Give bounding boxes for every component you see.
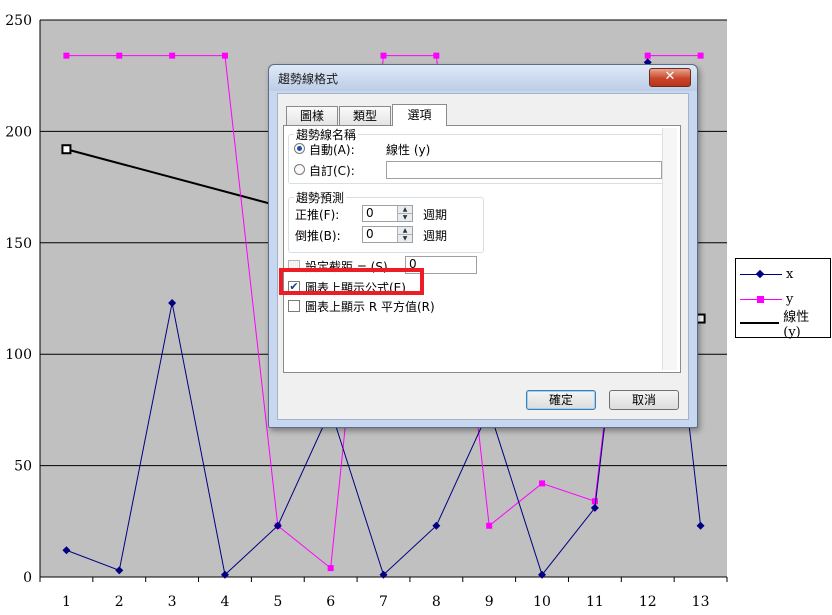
series-y-point: [591, 498, 598, 505]
series-y-point: [697, 52, 704, 59]
x-tick-label: 3: [168, 594, 177, 610]
x-tick-label: 13: [692, 594, 710, 610]
y-tick-label: 250: [5, 13, 32, 29]
format-trendline-dialog: 趨勢線格式 ✕ 圖樣 類型 選項 趨勢線名稱 自動(A): 線性 (y) 自訂(…: [268, 64, 698, 428]
trendline-endpoint: [61, 144, 72, 155]
chart-legend: x y 線性 (y): [735, 258, 831, 340]
forward-label: 正推(F):: [295, 208, 340, 222]
dialog-title: 趨勢線格式: [278, 72, 339, 86]
close-icon: ✕: [664, 69, 676, 84]
legend-label-trend: 線性 (y): [783, 310, 810, 340]
x-tick-label: 12: [639, 594, 657, 610]
legend-line-x: [740, 269, 782, 278]
y-tick-label: 50: [14, 459, 32, 475]
show-r2-label: 圖表上顯示 R 平方值(R): [305, 300, 435, 314]
x-tick-label: 10: [533, 594, 551, 610]
spin-down-icon[interactable]: ▼: [397, 213, 412, 221]
series-y-point: [486, 522, 493, 529]
x-tick-label: 8: [432, 594, 441, 610]
spin-up-icon[interactable]: ▲: [397, 206, 412, 213]
legend-line-trend: [740, 322, 780, 324]
dialog-body: 圖樣 類型 選項 趨勢線名稱 自動(A): 線性 (y) 自訂(C): 趨勢預測…: [277, 93, 689, 420]
backward-unit: 週期: [423, 229, 448, 243]
tab-options[interactable]: 選項: [392, 104, 447, 126]
tab-type[interactable]: 類型: [339, 106, 391, 125]
cancel-button[interactable]: 取消: [609, 390, 679, 410]
options-panel: 趨勢線名稱 自動(A): 線性 (y) 自訂(C): 趨勢預測 正推(F): 0…: [283, 125, 681, 373]
series-y-point: [644, 52, 651, 59]
custom-name-radio[interactable]: [294, 164, 305, 175]
forward-unit: 週期: [423, 208, 448, 222]
spin-up-icon[interactable]: ▲: [397, 227, 412, 234]
series-y-point: [433, 52, 440, 59]
series-y-point: [63, 52, 70, 59]
x-tick-label: 7: [379, 594, 388, 610]
series-y-point: [221, 52, 228, 59]
x-tick-label: 6: [326, 594, 335, 610]
y-tick-label: 100: [5, 347, 32, 363]
custom-name-input[interactable]: [386, 161, 662, 179]
y-tick-label: 0: [23, 570, 32, 586]
series-y-point: [539, 480, 546, 487]
auto-name-radio[interactable]: [294, 143, 305, 154]
ok-button[interactable]: 確定: [526, 390, 596, 410]
dialog-titlebar[interactable]: 趨勢線格式 ✕: [269, 65, 697, 91]
highlight-box: [279, 268, 424, 295]
close-button[interactable]: ✕: [649, 68, 691, 87]
x-tick-label: 2: [115, 594, 124, 610]
x-tick-label: 4: [221, 594, 230, 610]
legend-label-x: x: [786, 266, 794, 282]
tab-pattern[interactable]: 圖樣: [286, 106, 338, 125]
legend-item-trend: 線性 (y): [740, 310, 830, 340]
backward-label: 倒推(B):: [295, 229, 341, 243]
x-tick-label: 9: [485, 594, 494, 610]
series-y-point: [327, 565, 334, 572]
forecast-group-title: 趨勢預測: [294, 189, 347, 206]
y-tick-label: 150: [5, 236, 32, 252]
spin-down-icon[interactable]: ▼: [397, 234, 412, 242]
backward-value: 0: [366, 227, 374, 241]
series-y-point: [116, 52, 123, 59]
forward-spinner[interactable]: 0 ▲ ▼: [362, 205, 413, 222]
auto-name-value: 線性 (y): [386, 143, 431, 157]
custom-name-label: 自訂(C):: [309, 164, 355, 178]
backward-spinner[interactable]: 0 ▲ ▼: [362, 226, 413, 243]
auto-name-label: 自動(A):: [309, 143, 355, 157]
legend-label-y: y: [786, 291, 794, 307]
x-tick-label: 5: [273, 594, 282, 610]
legend-item-x: x: [740, 264, 793, 284]
show-r2-checkbox[interactable]: [288, 300, 300, 312]
forward-value: 0: [366, 206, 374, 220]
legend-line-y: [740, 295, 782, 303]
x-tick-label: 11: [586, 594, 604, 610]
panel-scrollbar[interactable]: [662, 128, 677, 370]
series-y-point: [380, 52, 387, 59]
x-tick-label: 1: [62, 594, 71, 610]
series-y-point: [169, 52, 176, 59]
y-tick-label: 200: [5, 124, 32, 140]
